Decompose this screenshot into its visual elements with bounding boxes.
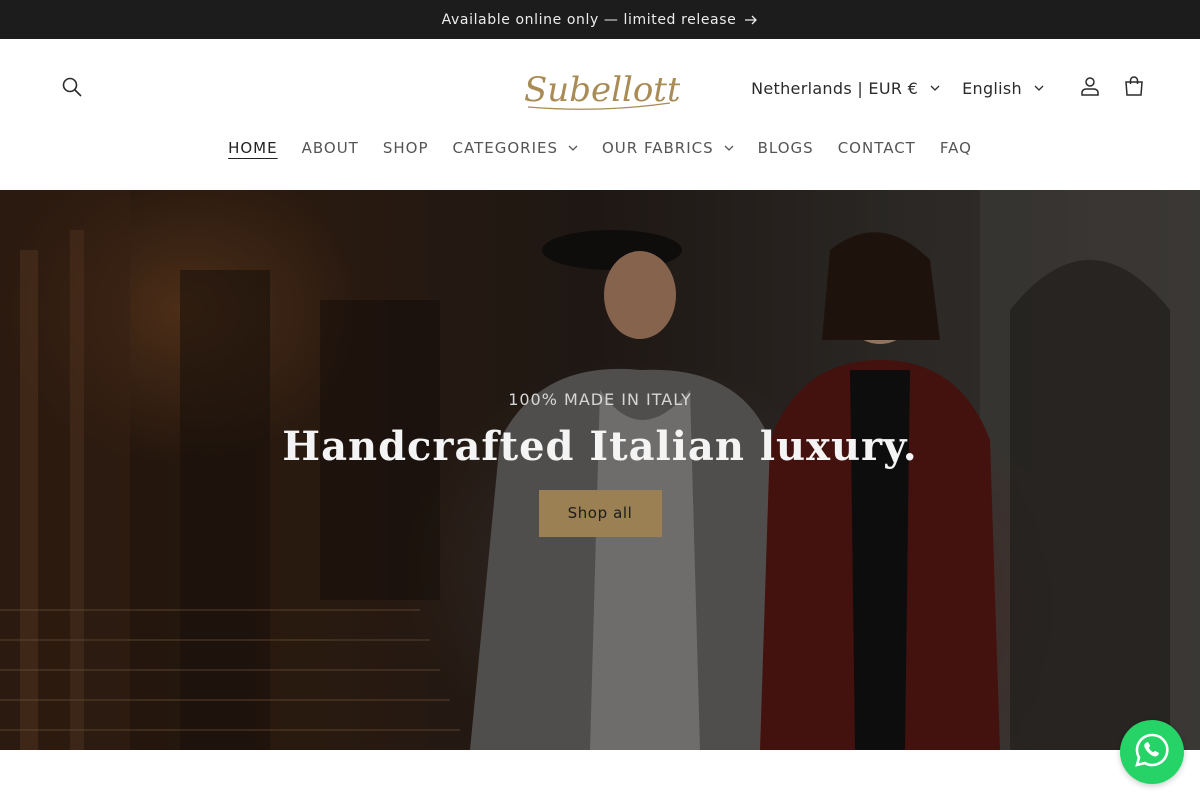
chevron-down-icon (568, 145, 578, 151)
chevron-down-icon (930, 85, 940, 91)
account-icon (1079, 75, 1101, 101)
nav-item-shop[interactable]: SHOP (371, 133, 441, 163)
nav-item-contact[interactable]: CONTACT (826, 133, 928, 163)
nav-item-faq[interactable]: FAQ (928, 133, 984, 163)
country-selector-label: Netherlands | EUR € (751, 78, 919, 98)
hero-content: 100% MADE IN ITALY Handcrafted Italian l… (0, 390, 1200, 537)
nav-item-label: OUR FABRICS (602, 139, 714, 157)
nav-item-label: ABOUT (301, 139, 359, 157)
nav-item-home[interactable]: HOME (216, 133, 290, 163)
nav-item-label: BLOGS (757, 139, 814, 157)
chevron-down-icon (724, 145, 734, 151)
header-utilities: Netherlands | EUR € English (751, 73, 1154, 103)
site-header: Subellotti Netherlands | EUR € English H… (0, 39, 1200, 190)
whatsapp-icon (1134, 732, 1170, 772)
shop-all-button[interactable]: Shop all (538, 490, 662, 537)
nav-item-about[interactable]: ABOUT (290, 133, 371, 163)
country-selector[interactable]: Netherlands | EUR € (751, 79, 940, 98)
language-selector[interactable]: English (962, 79, 1044, 98)
announcement-text[interactable]: Available online only — limited release (442, 12, 737, 28)
nav-item-categories[interactable]: CATEGORIES (441, 133, 591, 163)
cart-icon (1123, 75, 1145, 101)
nav-item-our-fabrics[interactable]: OUR FABRICS (590, 133, 746, 163)
hero-title: Handcrafted Italian luxury. (282, 423, 918, 470)
nav-item-label: CONTACT (837, 139, 916, 157)
account-button[interactable] (1070, 73, 1110, 103)
nav-item-blogs[interactable]: BLOGS (746, 133, 826, 163)
nav-item-label: SHOP (382, 139, 429, 157)
whatsapp-button[interactable] (1120, 720, 1184, 784)
chevron-down-icon (1034, 85, 1044, 91)
nav-item-label: FAQ (939, 139, 972, 157)
arrow-right-icon (744, 15, 758, 25)
logo-wordmark: Subellotti (524, 70, 680, 110)
language-selector-label: English (962, 78, 1022, 98)
logo-mark: Subellotti (524, 70, 692, 110)
announcement-bar[interactable]: Available online only — limited release (0, 0, 1200, 39)
search-button[interactable] (58, 76, 86, 102)
hero-eyebrow: 100% MADE IN ITALY (508, 390, 692, 409)
cart-button[interactable] (1114, 73, 1154, 103)
nav-item-label: CATEGORIES (452, 139, 558, 157)
site-logo[interactable]: Subellotti (520, 63, 692, 115)
main-navigation: HOME ABOUT SHOP CATEGORIES OUR FABRICS B… (0, 133, 1200, 163)
hero-banner: 100% MADE IN ITALY Handcrafted Italian l… (0, 190, 1200, 750)
search-icon (61, 76, 83, 102)
nav-item-label: HOME (228, 139, 278, 157)
